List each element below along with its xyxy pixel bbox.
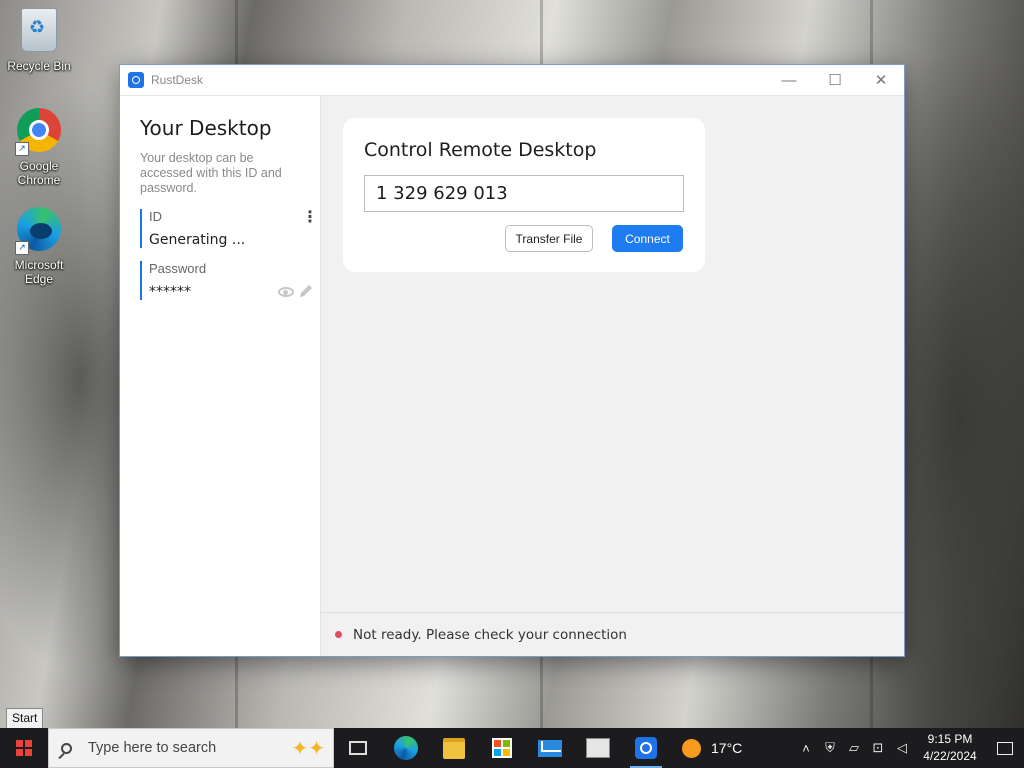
weather-sun-icon	[682, 738, 701, 758]
edit-password-icon[interactable]	[298, 283, 314, 299]
show-password-icon[interactable]	[278, 287, 294, 297]
desktop-icon-label: Microsoft Edge	[14, 258, 64, 286]
desktop-icon-microsoft-edge[interactable]: ↗ Microsoft Edge	[4, 205, 74, 286]
security-shield-icon[interactable]: ⛨	[818, 740, 842, 756]
search-placeholder: Type here to search	[88, 740, 217, 756]
desktop-icon-google-chrome[interactable]: ↗ Google Chrome	[4, 106, 74, 187]
main-panel: Control Remote Desktop Transfer File Con…	[321, 96, 904, 656]
maximize-button[interactable]: ☐	[812, 65, 858, 95]
network-icon[interactable]: ⊡	[866, 740, 890, 756]
clock-time: 9:15 PM	[927, 732, 973, 746]
start-tooltip: Start	[6, 708, 44, 729]
task-view-button[interactable]	[334, 728, 382, 768]
id-value: Generating ...	[149, 232, 246, 248]
clock[interactable]: 9:15 PM 4/22/2024	[914, 731, 986, 765]
rustdesk-logo-icon	[128, 72, 144, 88]
clock-date: 4/22/2024	[923, 749, 977, 763]
close-button[interactable]: ✕	[858, 65, 904, 95]
edge-icon	[394, 736, 418, 760]
rustdesk-icon	[635, 737, 657, 759]
panel-description: Your desktop can be accessed with this I…	[140, 151, 282, 195]
search-icon	[61, 742, 72, 754]
notification-icon	[997, 741, 1013, 755]
id-field: ID Generating ... ⋮	[140, 209, 318, 248]
windows-logo-icon	[16, 740, 32, 756]
taskbar-file-explorer-button[interactable]	[430, 728, 478, 768]
window-title: RustDesk	[151, 73, 204, 87]
taskbar: Type here to search ✦✦ 17°C ˄ ⛨ ▱ ⊡ ◁ 9:…	[0, 728, 1024, 768]
taskbar-rustdesk-button[interactable]	[622, 728, 670, 768]
taskbar-edge-button[interactable]	[382, 728, 430, 768]
password-label: Password	[149, 261, 207, 276]
taskbar-store-button[interactable]	[478, 728, 526, 768]
notification-button[interactable]	[986, 741, 1024, 755]
card-title: Control Remote Desktop	[364, 139, 597, 161]
password-field: Password ******	[140, 261, 314, 300]
volume-muted-icon[interactable]: ◁	[890, 740, 914, 756]
control-remote-card: Control Remote Desktop Transfer File Con…	[343, 118, 705, 272]
status-text: Not ready. Please check your connection	[353, 626, 627, 643]
network-drive-icon[interactable]: ▱	[842, 740, 866, 756]
remote-id-input[interactable]	[364, 175, 684, 212]
panel-title: Your Desktop	[140, 116, 272, 140]
status-indicator-icon	[335, 631, 342, 638]
more-options-icon[interactable]: ⋮	[302, 210, 318, 226]
rustdesk-window: RustDesk — ☐ ✕ Your Desktop Your desktop…	[120, 65, 904, 656]
sparkle-icon: ✦✦	[291, 737, 325, 760]
weather-temperature: 17°C	[711, 740, 743, 756]
taskbar-mail-button[interactable]	[526, 728, 574, 768]
title-bar[interactable]: RustDesk — ☐ ✕	[120, 65, 904, 96]
search-box[interactable]: Type here to search ✦✦	[48, 728, 334, 768]
start-button[interactable]	[0, 728, 48, 768]
status-bar: Not ready. Please check your connection	[321, 612, 904, 656]
desktop-icon-recycle-bin[interactable]: Recycle Bin	[4, 6, 74, 73]
desktop-icon-label: Google Chrome	[17, 159, 61, 187]
mail-icon	[538, 739, 562, 757]
your-desktop-panel: Your Desktop Your desktop can be accesse…	[120, 96, 321, 656]
chevron-up-icon[interactable]: ˄	[794, 741, 818, 756]
desktop-icon-label: Recycle Bin	[7, 59, 71, 73]
store-icon	[492, 738, 512, 758]
id-label: ID	[149, 209, 162, 224]
minimize-button[interactable]: —	[766, 65, 812, 95]
shortcut-arrow-icon: ↗	[15, 142, 29, 156]
taskbar-news-button[interactable]	[574, 728, 622, 768]
folder-icon	[443, 737, 465, 759]
system-tray: ˄ ⛨ ▱ ⊡ ◁ 9:15 PM 4/22/2024	[794, 728, 1024, 768]
weather-widget[interactable]: 17°C	[682, 738, 743, 758]
transfer-file-button[interactable]: Transfer File	[505, 225, 593, 252]
connect-button[interactable]: Connect	[612, 225, 683, 252]
task-view-icon	[349, 741, 367, 755]
news-icon	[586, 738, 610, 758]
recycle-bin-icon	[21, 8, 57, 52]
shortcut-arrow-icon: ↗	[15, 241, 29, 255]
